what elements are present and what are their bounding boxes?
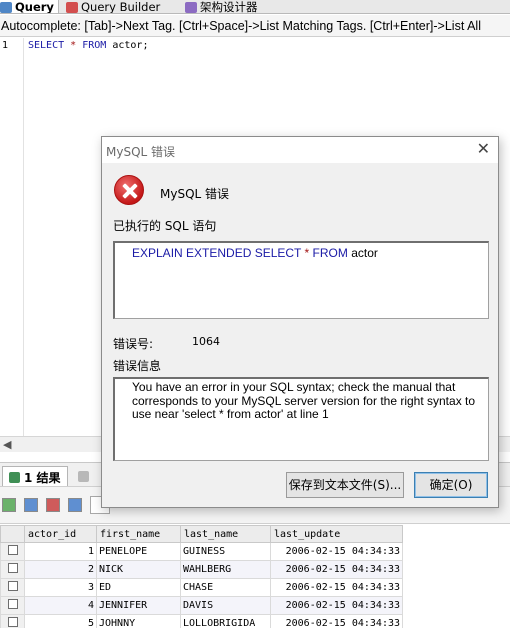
error-message-box[interactable]: You have an error in your SQL syntax; ch… xyxy=(113,377,489,461)
executed-sql-label: 已执行的 SQL 语句 xyxy=(113,219,217,233)
tab-query-builder-label: Query Builder xyxy=(81,0,161,14)
cell-last-update[interactable]: 2006-02-15 04:34:33 xyxy=(270,596,403,615)
cell-first-name[interactable]: ED xyxy=(96,578,181,597)
table-row[interactable]: 3 ED CHASE 2006-02-15 04:34:33 xyxy=(0,578,403,597)
sql-identifier: actor; xyxy=(112,40,149,51)
column-header-last-update[interactable]: last_update xyxy=(270,525,403,543)
checkbox-icon xyxy=(7,563,18,573)
sql-keyword: SELECT xyxy=(28,40,65,51)
row-checkbox[interactable] xyxy=(0,596,25,615)
cell-actor-id[interactable]: 4 xyxy=(24,596,97,615)
save-changes-icon[interactable] xyxy=(24,498,38,512)
cell-last-update[interactable]: 2006-02-15 04:34:33 xyxy=(270,560,403,579)
add-row-icon[interactable] xyxy=(2,498,16,512)
cell-last-name[interactable]: DAVIS xyxy=(180,596,271,615)
messages-icon xyxy=(78,471,89,482)
row-checkbox[interactable] xyxy=(0,560,25,579)
tab-messages[interactable] xyxy=(72,466,95,487)
row-checkbox[interactable] xyxy=(0,578,25,597)
error-number-label: 错误号: xyxy=(113,337,154,351)
query-builder-icon xyxy=(66,1,78,13)
results-table: actor_id first_name last_name last_updat… xyxy=(0,525,403,628)
table-row[interactable]: 4 JENNIFER DAVIS 2006-02-15 04:34:33 xyxy=(0,596,403,615)
row-selector-header xyxy=(0,525,25,543)
save-to-text-file-button[interactable]: 保存到文本文件(S)... xyxy=(286,472,404,498)
cell-first-name[interactable]: PENELOPE xyxy=(96,542,181,561)
row-checkbox[interactable] xyxy=(0,542,25,561)
executed-sql-box[interactable]: EXPLAIN EXTENDED SELECT * FROM actor xyxy=(113,241,489,319)
tab-query[interactable]: Query xyxy=(0,0,59,14)
table-row[interactable]: 5 JOHNNY LOLLOBRIGIDA 2006-02-15 04:34:3… xyxy=(0,614,403,628)
sql-identifier: actor xyxy=(351,246,378,260)
cell-last-update[interactable]: 2006-02-15 04:34:33 xyxy=(270,614,403,628)
refresh-icon[interactable] xyxy=(68,498,82,512)
line-number: 1 xyxy=(2,40,9,51)
delete-row-icon[interactable] xyxy=(46,498,60,512)
checkbox-icon xyxy=(7,545,18,555)
cell-last-name[interactable]: CHASE xyxy=(180,578,271,597)
query-icon xyxy=(0,1,12,13)
error-heading: MySQL 错误 xyxy=(160,187,230,201)
autocomplete-hint: Autocomplete: [Tab]->Next Tag. [Ctrl+Spa… xyxy=(0,15,510,37)
cell-last-name[interactable]: WAHLBERG xyxy=(180,560,271,579)
executed-sql-text: EXPLAIN EXTENDED SELECT * FROM actor xyxy=(132,246,378,260)
dialog-titlebar[interactable]: MySQL 错误 ✕ xyxy=(102,137,498,163)
sql-operator: * xyxy=(70,40,77,51)
cell-first-name[interactable]: JOHNNY xyxy=(96,614,181,628)
checkbox-icon xyxy=(7,617,18,627)
cell-actor-id[interactable]: 1 xyxy=(24,542,97,561)
cell-last-name[interactable]: LOLLOBRIGIDA xyxy=(180,614,271,628)
sql-keyword: EXPLAIN EXTENDED SELECT xyxy=(132,246,302,260)
scroll-left-arrow-icon[interactable]: ◀ xyxy=(3,438,11,451)
error-message-text: You have an error in your SQL syntax; ch… xyxy=(132,380,476,421)
mysql-error-dialog: MySQL 错误 ✕ MySQL 错误 已执行的 SQL 语句 EXPLAIN … xyxy=(101,136,499,508)
cell-last-update[interactable]: 2006-02-15 04:34:33 xyxy=(270,542,403,561)
tab-query-label: Query xyxy=(15,0,54,14)
close-icon[interactable]: ✕ xyxy=(477,141,490,157)
dialog-title: MySQL 错误 xyxy=(106,145,176,159)
tab-results[interactable]: 1 结果 xyxy=(2,466,68,487)
tab-schema-designer[interactable]: 架构设计器 xyxy=(185,0,258,14)
error-icon xyxy=(114,175,144,205)
tab-results-label: 1 结果 xyxy=(24,470,61,485)
sql-keyword: FROM xyxy=(312,246,348,260)
checkbox-icon xyxy=(7,581,18,591)
sql-operator: * xyxy=(304,246,310,260)
tab-schema-designer-label: 架构设计器 xyxy=(200,0,258,14)
sql-keyword: FROM xyxy=(82,40,107,51)
cell-actor-id[interactable]: 3 xyxy=(24,578,97,597)
row-checkbox[interactable] xyxy=(0,614,25,628)
cell-actor-id[interactable]: 5 xyxy=(24,614,97,628)
header-row: actor_id first_name last_name last_updat… xyxy=(0,525,403,543)
sql-line[interactable]: SELECT * FROM actor; xyxy=(28,40,148,51)
line-number-gutter: 1 xyxy=(0,38,24,436)
ok-button[interactable]: 确定(O) xyxy=(414,472,488,498)
column-header-actor-id[interactable]: actor_id xyxy=(24,525,97,543)
column-header-last-name[interactable]: last_name xyxy=(180,525,271,543)
query-tabbar: Query Query Builder 架构设计器 xyxy=(0,0,510,14)
cell-first-name[interactable]: NICK xyxy=(96,560,181,579)
results-grid[interactable]: actor_id first_name last_name last_updat… xyxy=(0,525,510,628)
cell-actor-id[interactable]: 2 xyxy=(24,560,97,579)
table-row[interactable]: 1 PENELOPE GUINESS 2006-02-15 04:34:33 xyxy=(0,542,403,561)
error-number-value: 1064 xyxy=(192,335,220,348)
cell-last-update[interactable]: 2006-02-15 04:34:33 xyxy=(270,578,403,597)
cell-first-name[interactable]: JENNIFER xyxy=(96,596,181,615)
column-header-first-name[interactable]: first_name xyxy=(96,525,181,543)
results-grid-icon xyxy=(9,471,20,483)
cell-last-name[interactable]: GUINESS xyxy=(180,542,271,561)
schema-designer-icon xyxy=(185,1,197,13)
tab-query-builder[interactable]: Query Builder xyxy=(66,0,161,14)
table-row[interactable]: 2 NICK WAHLBERG 2006-02-15 04:34:33 xyxy=(0,560,403,579)
checkbox-icon xyxy=(7,599,18,609)
error-info-label: 错误信息 xyxy=(113,359,162,373)
